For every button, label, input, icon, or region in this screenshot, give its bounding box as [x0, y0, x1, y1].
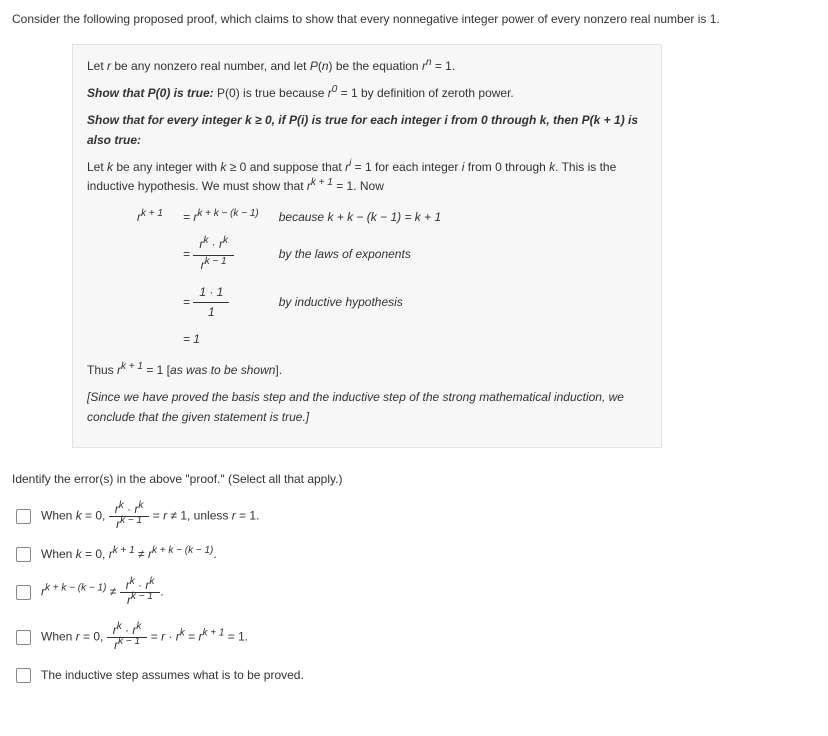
option-2-label: When k = 0, rk + 1 ≠ rk + k − (k − 1).	[41, 547, 217, 561]
proof-inductive-header: Show that for every integer k ≥ 0, if P(…	[87, 111, 647, 149]
proof-thus: Thus rk + 1 = 1 [as was to be shown].	[87, 361, 647, 380]
question-text: Identify the error(s) in the above "proo…	[12, 472, 816, 486]
proof-inductive-setup: Let k be any integer with k ≥ 0 and supp…	[87, 158, 647, 196]
proof-line-1: Let r be any nonzero real number, and le…	[87, 57, 647, 76]
option-5[interactable]: The inductive step assumes what is to be…	[12, 662, 816, 693]
option-1-label: When k = 0, rk · rk rk − 1 = r ≠ 1, unle…	[41, 502, 259, 531]
option-1[interactable]: When k = 0, rk · rk rk − 1 = r ≠ 1, unle…	[12, 496, 816, 541]
option-4-label: When r = 0, rk · rk rk − 1 = r · rk = rk…	[41, 623, 248, 652]
option-3-label: rk + k − (k − 1) ≠ rk · rk rk − 1 .	[41, 578, 164, 607]
proof-closing: [Since we have proved the basis step and…	[87, 388, 647, 426]
problem-intro: Consider the following proposed proof, w…	[12, 10, 816, 28]
option-3[interactable]: rk + k − (k − 1) ≠ rk · rk rk − 1 .	[12, 572, 816, 617]
option-4[interactable]: When r = 0, rk · rk rk − 1 = r · rk = rk…	[12, 617, 816, 662]
proof-basis: Show that P(0) is true: P(0) is true bec…	[87, 84, 647, 103]
option-2[interactable]: When k = 0, rk + 1 ≠ rk + k − (k − 1).	[12, 541, 816, 572]
checkbox-icon[interactable]	[16, 630, 31, 645]
proof-box: Let r be any nonzero real number, and le…	[72, 44, 662, 448]
checkbox-icon[interactable]	[16, 509, 31, 524]
equation-chain: rk + 1 = rk + k − (k − 1) because k + k …	[127, 204, 451, 353]
checkbox-icon[interactable]	[16, 668, 31, 683]
option-5-label: The inductive step assumes what is to be…	[41, 668, 304, 682]
checkbox-icon[interactable]	[16, 547, 31, 562]
checkbox-icon[interactable]	[16, 585, 31, 600]
options-list: When k = 0, rk · rk rk − 1 = r ≠ 1, unle…	[12, 496, 816, 693]
